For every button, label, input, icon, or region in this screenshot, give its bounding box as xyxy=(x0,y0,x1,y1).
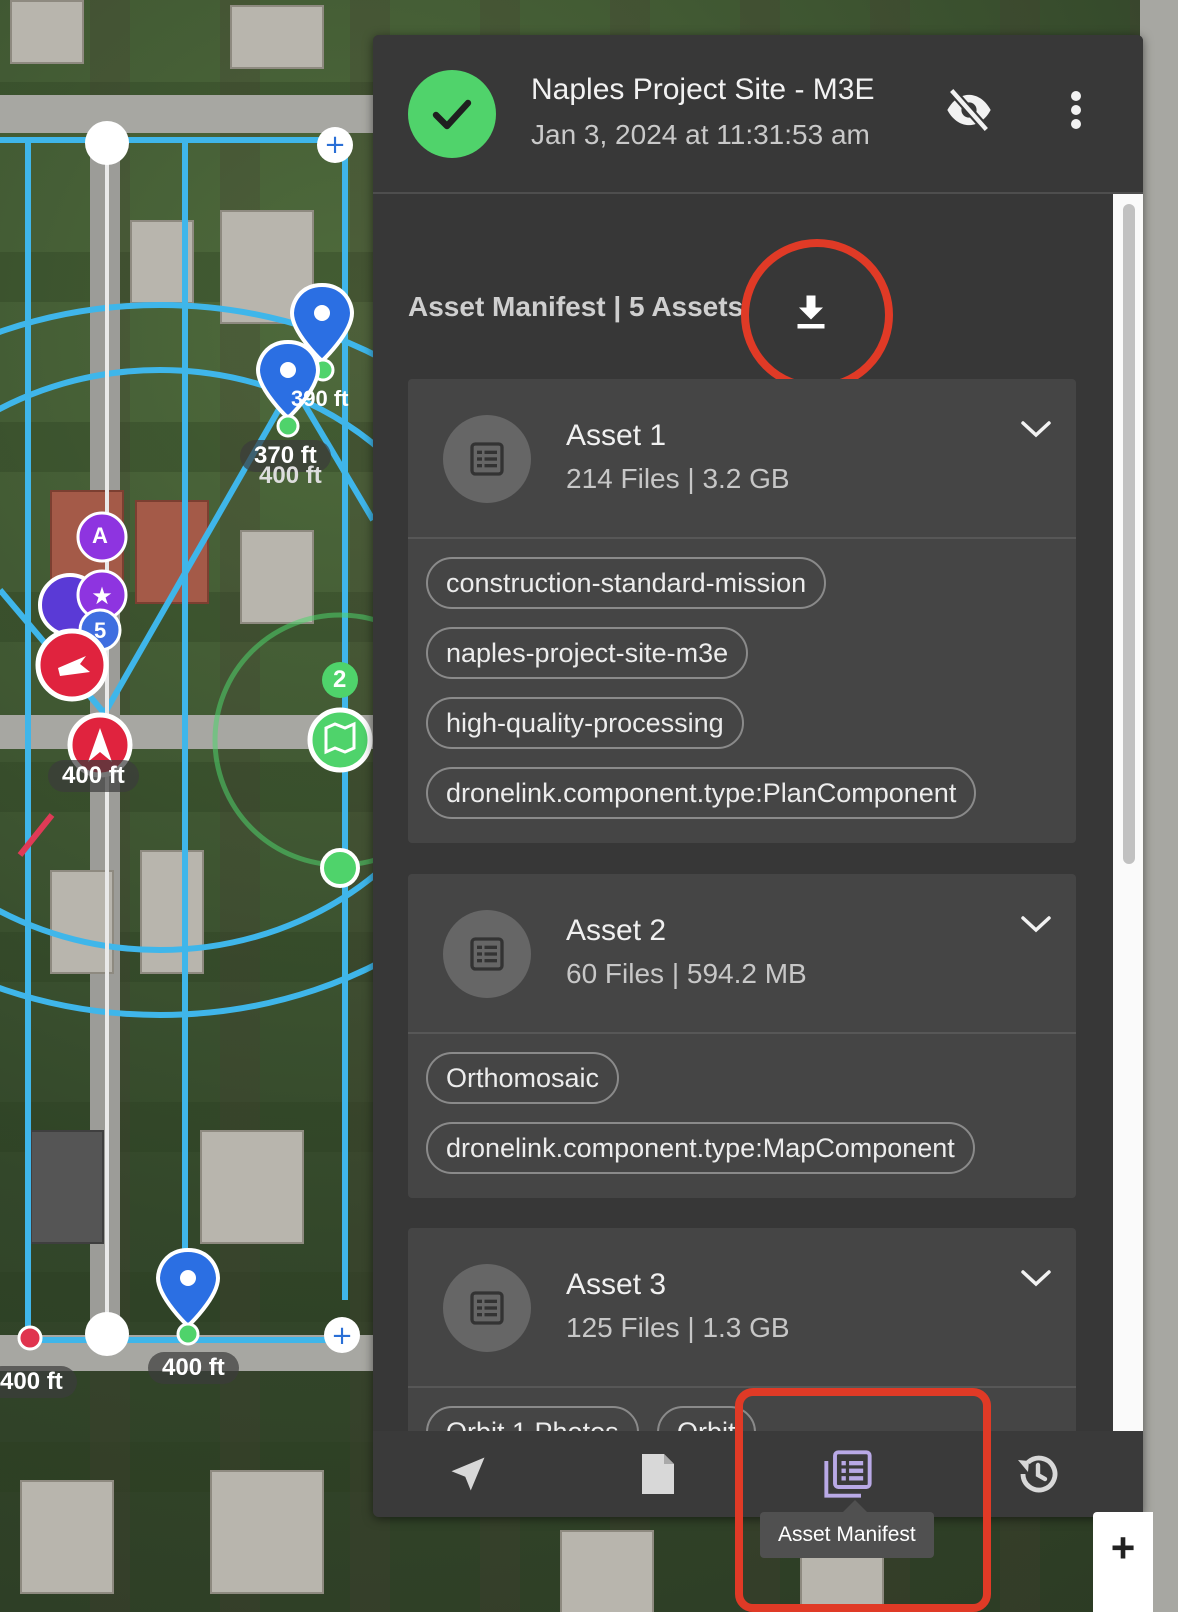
asset-card[interactable]: Asset 1 214 Files | 3.2 GB construction-… xyxy=(408,379,1076,843)
expand-button[interactable] xyxy=(1016,1258,1056,1298)
tag-chip[interactable]: Orbit 1 Photos xyxy=(426,1406,639,1431)
asset-icon xyxy=(443,910,531,998)
tag-list: Orthomosaic dronelink.component.type:Map… xyxy=(408,1034,1076,1198)
timestamp: Jan 3, 2024 at 11:31:53 am xyxy=(531,119,870,150)
chevron-down-icon xyxy=(1021,916,1051,933)
tag-chip[interactable]: Orthomosaic xyxy=(426,1052,620,1104)
visibility-toggle-button[interactable] xyxy=(939,80,999,140)
expand-button[interactable] xyxy=(1016,904,1056,944)
svg-text:★: ★ xyxy=(91,582,113,610)
check-icon xyxy=(432,99,472,130)
manifest-title: Asset Manifest | 5 Assets xyxy=(408,291,744,322)
altitude-label: 400 ft xyxy=(48,760,139,792)
highlight-rectangle xyxy=(735,1388,991,1612)
history-icon xyxy=(1018,1455,1058,1493)
more-vert-icon xyxy=(1071,91,1081,129)
tag-chip[interactable]: construction-standard-mission xyxy=(426,557,827,609)
asset-icon xyxy=(443,415,531,503)
asset-meta: 60 Files | 594.2 MB xyxy=(566,958,807,989)
nav-file-button[interactable] xyxy=(563,1431,753,1517)
asset-name: Asset 3 xyxy=(566,1268,667,1301)
nav-navigation-button[interactable] xyxy=(373,1431,563,1517)
list-document-icon xyxy=(470,442,504,476)
asset-meta: 214 Files | 3.2 GB xyxy=(566,463,790,494)
chevron-down-icon xyxy=(1021,1270,1051,1287)
zoom-control[interactable]: + xyxy=(1093,1512,1153,1612)
expand-button[interactable] xyxy=(1016,409,1056,449)
scroll-thumb[interactable] xyxy=(1123,204,1135,864)
asset-name: Asset 1 xyxy=(566,419,667,452)
marker-count[interactable]: 5 xyxy=(94,618,106,644)
asset-card-header[interactable]: Asset 1 214 Files | 3.2 GB xyxy=(408,379,1076,539)
file-icon xyxy=(642,1454,674,1494)
eye-off-icon xyxy=(947,87,991,133)
page-title: Naples Project Site - M3E xyxy=(531,73,875,106)
panel-header: Naples Project Site - M3E Jan 3, 2024 at… xyxy=(373,35,1143,194)
scrollbar[interactable] xyxy=(1113,194,1143,1431)
asset-card-header[interactable]: Asset 3 125 Files | 1.3 GB xyxy=(408,1228,1076,1388)
tag-chip[interactable]: dronelink.component.type:PlanComponent xyxy=(426,767,977,819)
asset-meta: 125 Files | 1.3 GB xyxy=(566,1312,790,1343)
tag-chip[interactable]: naples-project-site-m3e xyxy=(426,627,749,679)
asset-card[interactable]: Asset 2 60 Files | 594.2 MB Orthomosaic … xyxy=(408,874,1076,1198)
path-handle xyxy=(85,121,129,165)
success-status xyxy=(408,70,496,158)
more-options-button[interactable] xyxy=(1056,80,1096,140)
altitude-label: 390 ft xyxy=(291,386,349,411)
navigation-icon xyxy=(451,1457,485,1491)
mission-panel: Naples Project Site - M3E Jan 3, 2024 at… xyxy=(373,35,1143,1517)
asset-icon xyxy=(443,1264,531,1352)
tag-list: construction-standard-mission naples-pro… xyxy=(408,539,1076,843)
list-document-icon xyxy=(470,1291,504,1325)
asset-manifest-content[interactable]: Asset Manifest | 5 Assets Asset 1 214 Fi… xyxy=(373,194,1113,1431)
list-document-icon xyxy=(470,937,504,971)
chevron-down-icon xyxy=(1021,421,1051,438)
tag-chip[interactable]: high-quality-processing xyxy=(426,697,744,749)
altitude-label: 400 ft xyxy=(0,1366,77,1398)
asset-name: Asset 2 xyxy=(566,914,667,947)
tag-chip[interactable]: dronelink.component.type:MapComponent xyxy=(426,1122,975,1174)
waypoint-pin xyxy=(155,1247,221,1346)
altitude-label: 400 ft xyxy=(259,462,322,489)
altitude-label: 400 ft xyxy=(148,1352,239,1384)
waypoint-count[interactable]: 2 xyxy=(333,666,346,694)
asset-card-header[interactable]: Asset 2 60 Files | 594.2 MB xyxy=(408,874,1076,1034)
path-handle xyxy=(85,1312,129,1356)
marker-letter[interactable]: A xyxy=(92,523,108,549)
svg-text:+: + xyxy=(324,130,346,160)
zoom-in-icon[interactable]: + xyxy=(1093,1524,1153,1572)
highlight-circle xyxy=(741,239,893,391)
svg-text:+: + xyxy=(331,1321,353,1351)
